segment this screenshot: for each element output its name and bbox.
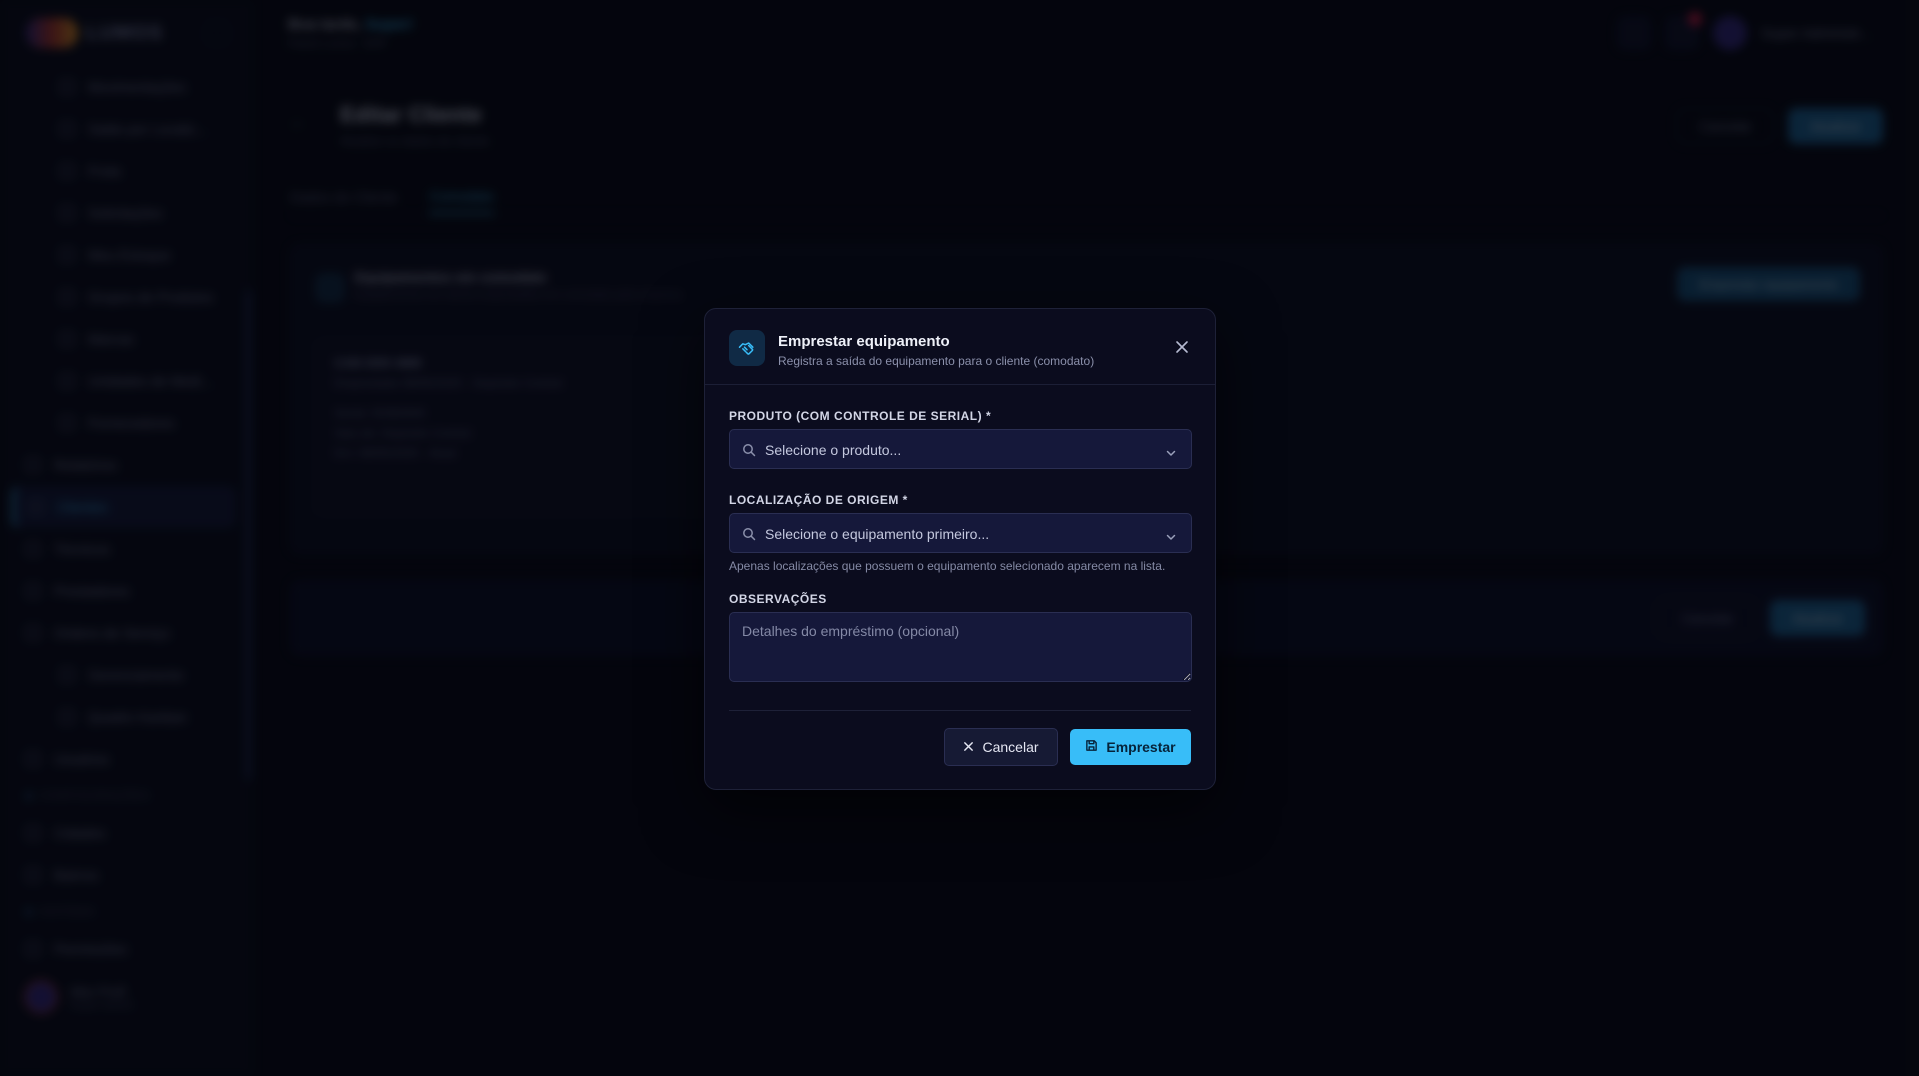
location-label: LOCALIZAÇÃO DE ORIGEM *	[729, 493, 908, 507]
location-select-placeholder: Selecione o equipamento primeiro...	[765, 526, 990, 542]
chevron-down-icon	[1165, 529, 1177, 547]
lend-submit-button[interactable]: Emprestar	[1070, 729, 1191, 765]
chevron-down-icon	[1165, 445, 1177, 463]
modal-subtitle: Registra a saída do equipamento para o c…	[778, 354, 1095, 368]
close-icon[interactable]	[1175, 340, 1189, 354]
location-select[interactable]: Selecione o equipamento primeiro...	[729, 513, 1192, 553]
modal-body: PRODUTO (COM CONTROLE DE SERIAL) * Selec…	[729, 409, 1192, 682]
cancel-button[interactable]: Cancelar	[944, 728, 1058, 766]
product-select-placeholder: Selecione o produto...	[765, 442, 902, 458]
handshake-icon	[729, 330, 765, 366]
search-icon	[742, 527, 756, 546]
modal-actions: Cancelar Emprestar	[944, 728, 1191, 766]
modal-header: Emprestar equipamento Registra a saída d…	[705, 309, 1215, 385]
modal-title: Emprestar equipamento	[778, 333, 950, 350]
location-help-text: Apenas localizações que possuem o equipa…	[729, 559, 1166, 573]
modal-divider	[729, 710, 1191, 711]
lend-equipment-modal: Emprestar equipamento Registra a saída d…	[704, 308, 1216, 790]
product-label: PRODUTO (COM CONTROLE DE SERIAL) *	[729, 409, 992, 423]
notes-label: OBSERVAÇÕES	[729, 592, 827, 606]
product-select[interactable]: Selecione o produto...	[729, 429, 1192, 469]
notes-textarea[interactable]	[729, 612, 1192, 682]
save-icon	[1085, 739, 1098, 755]
search-icon	[742, 443, 756, 462]
close-icon	[963, 739, 974, 755]
cancel-label: Cancelar	[982, 739, 1039, 755]
submit-label: Emprestar	[1106, 739, 1176, 755]
